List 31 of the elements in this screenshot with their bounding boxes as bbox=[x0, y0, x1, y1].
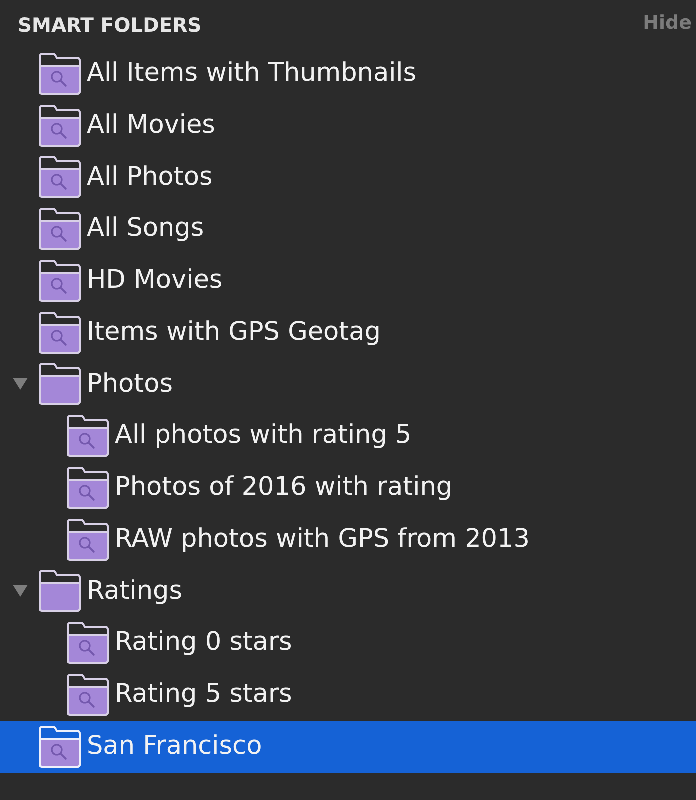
sidebar-item[interactable]: RAW photos with GPS from 2013 bbox=[0, 514, 696, 566]
smart-folder-icon bbox=[38, 207, 82, 252]
sidebar-item[interactable]: Ratings bbox=[0, 566, 696, 618]
folder-icon bbox=[38, 569, 82, 614]
sidebar-item[interactable]: Items with GPS Geotag bbox=[0, 306, 696, 358]
sidebar-item[interactable]: HD Movies bbox=[0, 255, 696, 307]
sidebar-item[interactable]: San Francisco bbox=[0, 720, 696, 772]
sidebar-item[interactable]: All Songs bbox=[0, 203, 696, 255]
smart-folder-icon bbox=[38, 310, 82, 355]
section-heading: SMART FOLDERS bbox=[18, 13, 202, 39]
smart-folder-icon bbox=[38, 155, 82, 200]
disclosure-triangle-icon[interactable] bbox=[13, 378, 28, 390]
sidebar-item[interactable]: All Items with Thumbnails bbox=[0, 48, 696, 100]
sidebar-item[interactable]: Photos of 2016 with rating bbox=[0, 462, 696, 514]
smart-folder-icon bbox=[66, 672, 110, 717]
smart-folder-icon bbox=[38, 724, 82, 769]
smart-folder-icon bbox=[66, 518, 110, 562]
smart-folder-icon bbox=[66, 466, 110, 510]
sidebar-item[interactable]: Rating 0 stars bbox=[0, 617, 696, 669]
smart-folder-icon bbox=[66, 621, 110, 666]
disclosure-triangle-icon[interactable] bbox=[13, 585, 28, 598]
sidebar-item[interactable]: Photos bbox=[0, 358, 696, 410]
sidebar-item[interactable]: All Photos bbox=[0, 152, 696, 204]
smart-folder-icon bbox=[38, 258, 82, 303]
smart-folder-icon bbox=[38, 52, 82, 96]
sidebar-item[interactable]: Rating 5 stars bbox=[0, 669, 696, 721]
folder-icon bbox=[38, 362, 82, 406]
smart-folder-icon bbox=[38, 104, 82, 148]
sidebar-item[interactable]: All photos with rating 5 bbox=[0, 410, 696, 462]
sidebar-item[interactable]: All Movies bbox=[0, 100, 696, 152]
smart-folder-icon bbox=[66, 414, 110, 458]
